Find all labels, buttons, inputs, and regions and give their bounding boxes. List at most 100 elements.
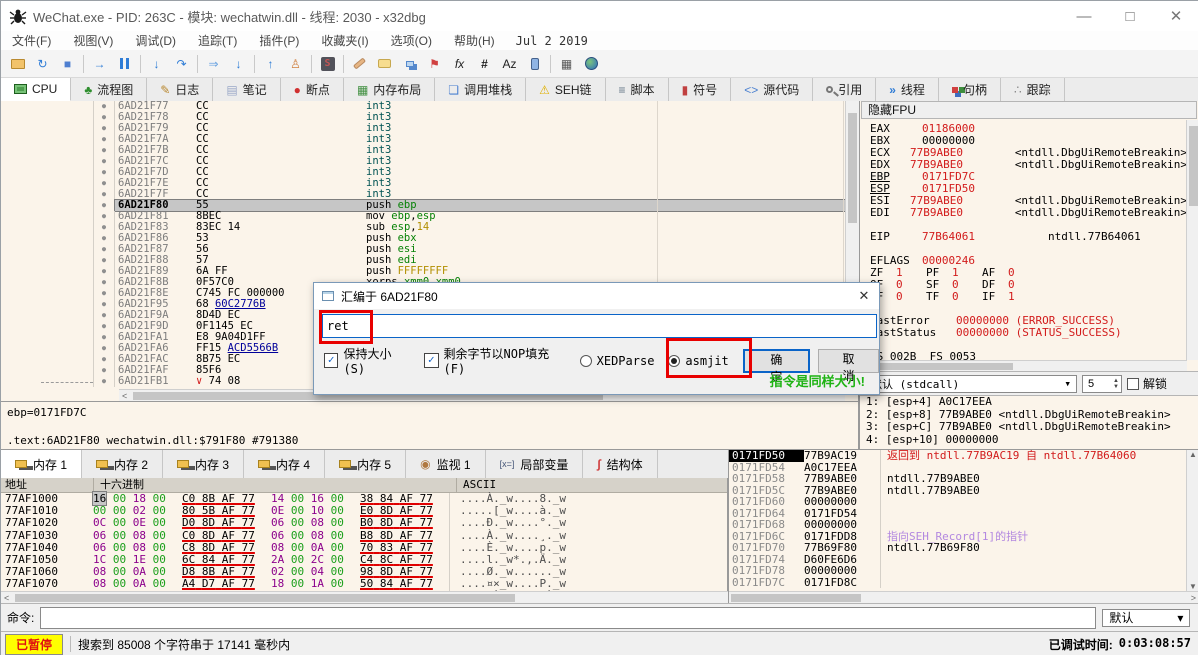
disasm-address[interactable]: 6AD21FB1 — [115, 376, 196, 387]
bookmarks-icon[interactable]: ⚑ — [429, 57, 440, 71]
register-row[interactable]: ZF1PF1AF0 — [861, 267, 1187, 279]
breakpoint-dot-icon[interactable]: ● — [93, 134, 115, 145]
minimize-button[interactable]: — — [1061, 8, 1107, 25]
memory-icon[interactable] — [15, 460, 27, 468]
register-row[interactable] — [861, 243, 1187, 255]
register-row[interactable]: CF0TF0IF1 — [861, 291, 1187, 303]
disasm-instruction[interactable]: int3 — [366, 134, 858, 145]
spinner-arrows-icon[interactable]: ▲▼ — [1113, 378, 1121, 390]
calculator-icon[interactable]: ▦ — [561, 57, 572, 71]
breakpoint-dot-icon[interactable]: ● — [93, 101, 115, 112]
ok-button[interactable]: 确定 — [743, 349, 810, 373]
step-down-icon[interactable]: ↓ — [226, 53, 251, 75]
bottom-tab-内存 4[interactable]: 内存 4 — [244, 450, 325, 478]
breakpoint-dot-icon[interactable]: ● — [93, 365, 115, 376]
argument-row[interactable]: 4: [esp+10] 00000000 — [860, 434, 1198, 447]
breakpoint-dot-icon[interactable]: ● — [93, 233, 115, 244]
execute-till-return-icon[interactable]: ↑ — [258, 53, 283, 75]
tab-内存布局[interactable]: ▦内存布局 — [344, 78, 435, 101]
breakpoint-dot-icon[interactable]: ● — [93, 156, 115, 167]
pause-icon[interactable] — [112, 53, 137, 75]
strings-icon[interactable]: Az — [502, 57, 516, 71]
breakpoint-dot-icon[interactable]: ● — [93, 200, 115, 211]
menu-item[interactable]: 调试(D) — [124, 32, 187, 49]
argument-row[interactable]: 1: [esp+4] A0C17EEA — [860, 396, 1198, 409]
disasm-instruction[interactable]: int3 — [366, 112, 858, 123]
stack-row[interactable]: 0171FD5C77B9ABE0ntdll.77B9ABE0 — [729, 485, 1198, 497]
breakpoint-dot-icon[interactable]: ● — [93, 244, 115, 255]
tab-笔记[interactable]: ▤笔记 — [213, 78, 280, 101]
bottom-tab-内存 3[interactable]: 内存 3 — [163, 450, 244, 478]
argument-row[interactable]: 3: [esp+C] 77B9ABE0 <ntdll.DbgUiRemoteBr… — [860, 421, 1198, 434]
tab-SEH链[interactable]: ⚠SEH链 — [526, 78, 605, 101]
stack-row[interactable]: 0171FD7800000000 — [729, 565, 1198, 577]
step-over-icon[interactable]: ↷ — [169, 53, 194, 75]
disasm-instruction[interactable]: int3 — [366, 189, 858, 200]
registers-vertical-scrollbar[interactable] — [1186, 120, 1198, 360]
register-row[interactable]: LastStatus00000000 (STATUS_SUCCESS) — [861, 327, 1187, 339]
stack-row[interactable]: 0171FD74D60FE6D6 — [729, 554, 1198, 566]
stack-vertical-scrollbar[interactable]: ▲ ▼ — [1186, 450, 1198, 591]
close-button[interactable]: ✕ — [1153, 7, 1198, 25]
functions-icon[interactable]: fx — [447, 53, 472, 75]
disasm-instruction[interactable]: int3 — [366, 145, 858, 156]
memory-icon[interactable] — [177, 460, 189, 468]
calculator-icon[interactable]: ▦ — [554, 53, 579, 75]
disasm-instruction[interactable]: mov ebp,esp — [366, 211, 858, 222]
breakpoint-dot-icon[interactable]: ● — [93, 178, 115, 189]
stack-row[interactable]: 0171FD640171FD54 — [729, 508, 1198, 520]
register-row[interactable]: OF0SF0DF0 — [861, 279, 1187, 291]
breakpoint-dot-icon[interactable]: ● — [93, 123, 115, 134]
stack-row[interactable]: 0171FD6800000000 — [729, 519, 1198, 531]
register-row[interactable]: EFLAGS00000246 — [861, 255, 1187, 267]
register-row[interactable]: EIP77B64061ntdll.77B64061 — [861, 231, 1187, 243]
comments-icon[interactable] — [378, 59, 391, 68]
memory-globe-icon[interactable] — [579, 53, 604, 75]
step-into-icon[interactable]: ↓ — [144, 53, 169, 75]
menu-item[interactable]: 文件(F) — [1, 32, 62, 49]
seh-icon[interactable]: ⚠ — [539, 83, 550, 97]
disasm-instruction[interactable]: int3 — [366, 156, 858, 167]
breakpoint-dot-icon[interactable]: ● — [93, 112, 115, 123]
register-row[interactable]: EDI77B9ABE0<ntdll.DbgUiRemoteBreakin> — [861, 207, 1187, 219]
bottom-tab-内存 2[interactable]: 内存 2 — [82, 450, 163, 478]
menu-item[interactable]: 选项(O) — [380, 32, 443, 49]
struct-icon[interactable]: ∫ — [597, 457, 600, 471]
disasm-instruction[interactable]: int3 — [366, 123, 858, 134]
bottom-tab-监视 1[interactable]: ◉监视 1 — [406, 450, 486, 478]
locals-icon[interactable]: [x=] — [500, 459, 515, 469]
tab-跟踪[interactable]: ∴跟踪 — [1001, 78, 1065, 101]
breakpoint-dot-icon[interactable]: ● — [93, 277, 115, 288]
breakpoint-dot-icon[interactable]: ● — [93, 222, 115, 233]
bottom-tab-内存 5[interactable]: 内存 5 — [325, 450, 406, 478]
hash-icon[interactable]: # — [481, 57, 488, 71]
unlock-checkbox[interactable]: 解锁 — [1127, 375, 1167, 392]
run-to-user-code-icon[interactable]: ♙ — [290, 57, 301, 71]
memory-icon[interactable] — [258, 460, 270, 468]
modules-icon[interactable] — [531, 58, 539, 70]
breakpoint-dot-icon[interactable]: ● — [93, 332, 115, 343]
breakpoint-dot-icon[interactable]: ● — [93, 266, 115, 277]
graph-icon[interactable]: ♣ — [84, 83, 92, 97]
symbols-icon[interactable]: ▮ — [682, 83, 689, 97]
memory-icon[interactable] — [339, 460, 351, 468]
register-row[interactable]: EBP0171FD7C — [861, 171, 1187, 183]
tab-断点[interactable]: ●断点 — [281, 78, 344, 101]
tab-句柄[interactable]: 句柄 — [939, 78, 1001, 101]
open-file-icon[interactable] — [11, 59, 25, 69]
step-over-icon[interactable]: ↷ — [176, 57, 186, 71]
patches-icon[interactable] — [353, 57, 366, 69]
open-file-icon[interactable] — [5, 53, 30, 75]
tab-日志[interactable]: ✎日志 — [147, 78, 213, 101]
menu-item[interactable]: 插件(P) — [248, 32, 310, 49]
hash-icon[interactable]: # — [472, 53, 497, 75]
bookmarks-icon[interactable]: ⚑ — [422, 53, 447, 75]
run-trace-icon[interactable]: ⇒ — [208, 57, 218, 71]
stack-row[interactable]: 0171FD5077B9AC19返回到 ntdll.77B9AC19 自 ntd… — [729, 450, 1198, 462]
run-icon[interactable]: → — [94, 57, 106, 71]
stack-row[interactable]: 0171FD7077B69F80ntdll.77B69F80 — [729, 542, 1198, 554]
breakpoint-dot-icon[interactable]: ● — [93, 211, 115, 222]
threads-icon[interactable]: » — [889, 83, 896, 97]
keep-size-checkbox[interactable]: ✓ 保持大小(S) — [324, 345, 416, 376]
calling-convention-dropdown[interactable]: 默认 (stdcall) ▾ — [865, 375, 1077, 393]
